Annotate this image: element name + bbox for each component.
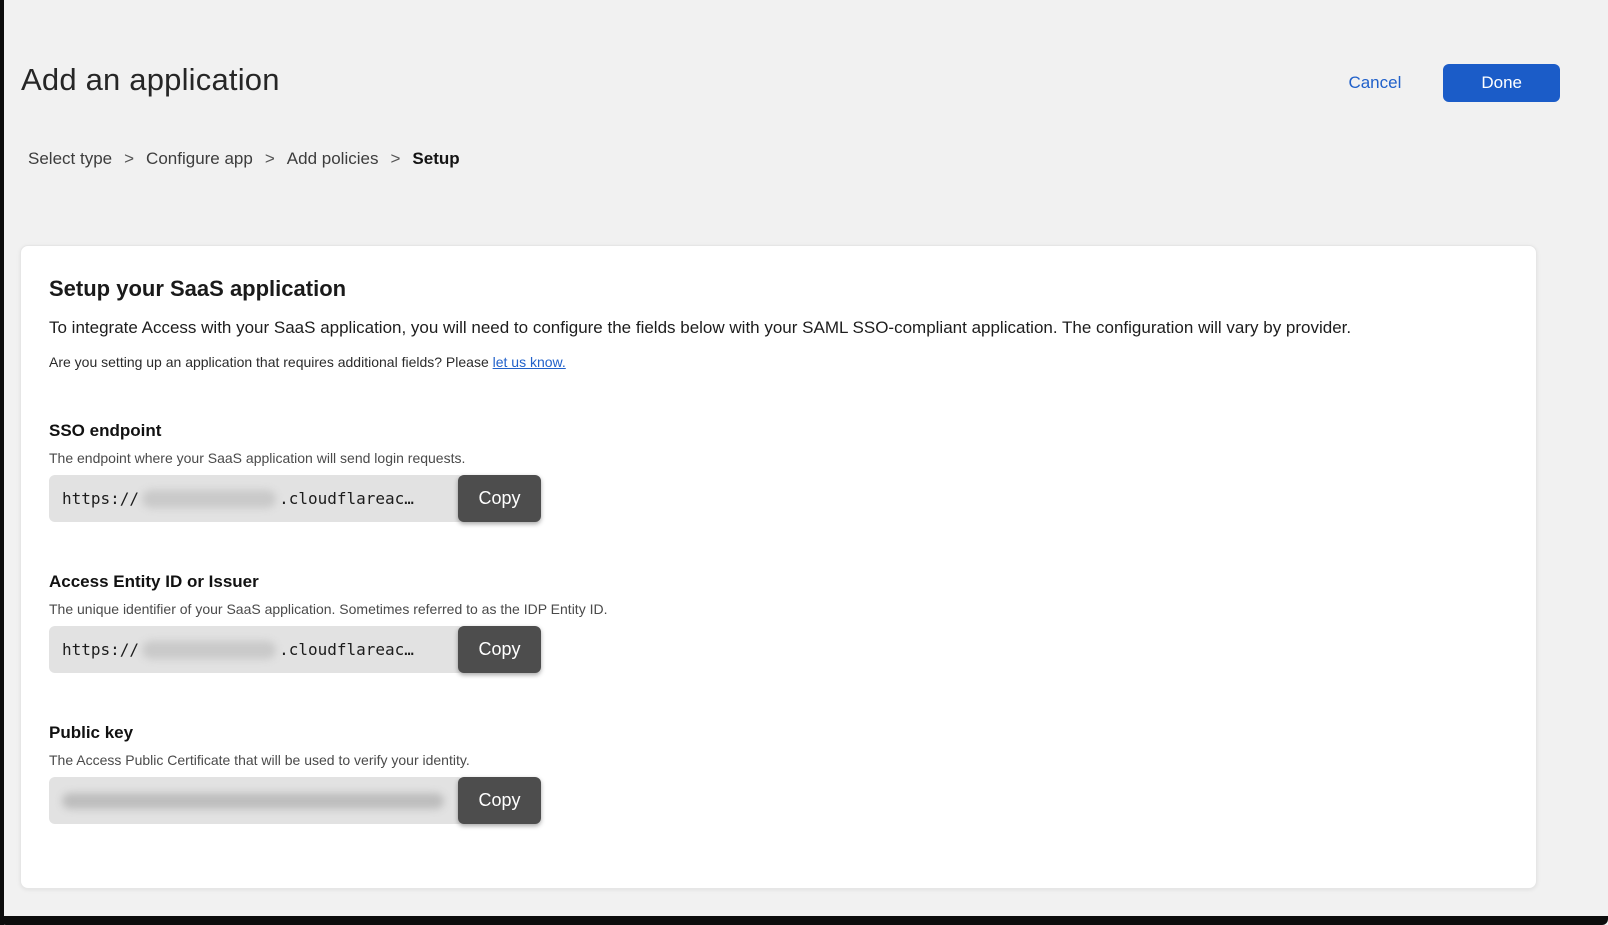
sso-endpoint-copy-button[interactable]: Copy [458, 475, 541, 522]
sso-endpoint-value-prefix: https:// [62, 489, 139, 508]
breadcrumb-separator: > [265, 149, 275, 169]
page-header: Add an application Cancel Done [0, 0, 1608, 102]
access-entity-id-value: https:// .cloudflareac… [49, 626, 464, 673]
sso-endpoint-label: SSO endpoint [49, 421, 1508, 441]
access-entity-id-copy-button[interactable]: Copy [458, 626, 541, 673]
sso-endpoint-field: https:// .cloudflareac… Copy [49, 475, 541, 522]
public-key-section: Public key The Access Public Certificate… [49, 723, 1508, 824]
breadcrumb-step-setup: Setup [412, 149, 459, 169]
access-entity-id-value-suffix: .cloudflareac… [279, 640, 414, 659]
page-title: Add an application [21, 62, 280, 98]
let-us-know-link[interactable]: let us know. [493, 354, 566, 370]
redacted-value-blur [142, 641, 276, 659]
breadcrumb-separator: > [124, 149, 134, 169]
card-note-text: Are you setting up an application that r… [49, 354, 489, 370]
sso-endpoint-description: The endpoint where your SaaS application… [49, 450, 1508, 466]
redacted-value-blur [142, 490, 276, 508]
card-note: Are you setting up an application that r… [49, 354, 1508, 370]
sso-endpoint-value: https:// .cloudflareac… [49, 475, 464, 522]
public-key-label: Public key [49, 723, 1508, 743]
sso-endpoint-section: SSO endpoint The endpoint where your Saa… [49, 421, 1508, 522]
breadcrumb-step-select-type[interactable]: Select type [28, 149, 112, 169]
access-entity-id-field: https:// .cloudflareac… Copy [49, 626, 541, 673]
public-key-value [49, 777, 464, 824]
public-key-description: The Access Public Certificate that will … [49, 752, 1508, 768]
breadcrumb: Select type > Configure app > Add polici… [28, 149, 1608, 169]
card-heading: Setup your SaaS application [49, 276, 1508, 302]
access-entity-id-label: Access Entity ID or Issuer [49, 572, 1508, 592]
breadcrumb-step-configure-app[interactable]: Configure app [146, 149, 253, 169]
sso-endpoint-value-suffix: .cloudflareac… [279, 489, 414, 508]
header-actions: Cancel Done [1348, 64, 1560, 102]
cancel-button[interactable]: Cancel [1348, 73, 1401, 93]
card-intro: To integrate Access with your SaaS appli… [49, 318, 1508, 338]
public-key-copy-button[interactable]: Copy [458, 777, 541, 824]
access-entity-id-description: The unique identifier of your SaaS appli… [49, 601, 1508, 617]
screenshot-bottom-edge [0, 916, 1608, 925]
screenshot-left-edge [0, 0, 4, 925]
access-entity-id-section: Access Entity ID or Issuer The unique id… [49, 572, 1508, 673]
done-button[interactable]: Done [1443, 64, 1560, 102]
breadcrumb-step-add-policies[interactable]: Add policies [287, 149, 379, 169]
public-key-field: Copy [49, 777, 541, 824]
redacted-value-blur [62, 793, 444, 809]
setup-card: Setup your SaaS application To integrate… [20, 245, 1537, 889]
access-entity-id-value-prefix: https:// [62, 640, 139, 659]
breadcrumb-separator: > [390, 149, 400, 169]
